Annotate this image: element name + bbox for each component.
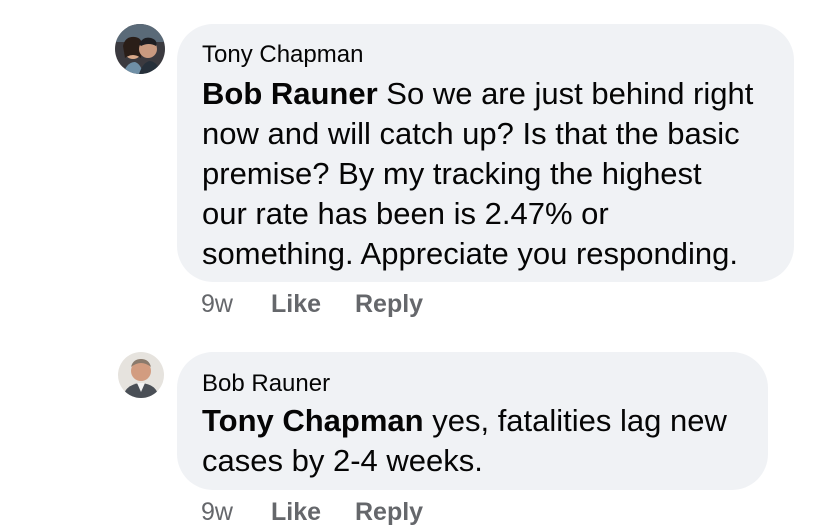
like-button[interactable]: Like (271, 498, 321, 527)
comment-actions: 9w Like Reply (201, 498, 501, 528)
comment-bob-rauner: Bob Rauner Tony Chapman yes, fatalities … (0, 0, 828, 530)
mention-link[interactable]: Tony Chapman (202, 403, 424, 438)
comment-text: Tony Chapman yes, fatalities lag new cas… (202, 401, 762, 481)
comment-text-segment: yes, fatalities lag new (423, 403, 727, 438)
avatar-bob-rauner[interactable] (118, 352, 164, 398)
comment-author[interactable]: Bob Rauner (202, 370, 330, 398)
reply-button[interactable]: Reply (355, 498, 423, 527)
comment-line: cases by 2-4 weeks. (202, 443, 483, 478)
comment-line: Tony Chapman yes, fatalities lag new (202, 401, 762, 441)
comment-timestamp[interactable]: 9w (201, 498, 233, 527)
man-photo-avatar-icon (118, 352, 164, 398)
